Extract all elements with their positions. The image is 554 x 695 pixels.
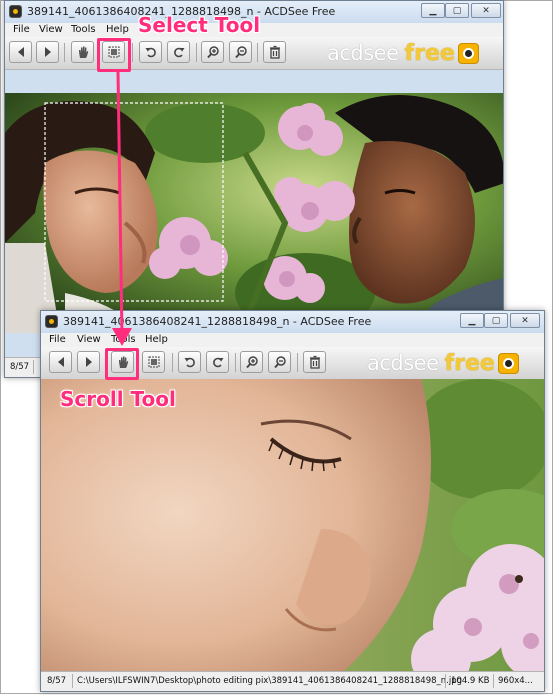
- rotate-right-icon: [212, 357, 223, 368]
- app-icon: [9, 5, 22, 18]
- menu-help[interactable]: Help: [145, 334, 168, 345]
- select-icon: [148, 356, 159, 368]
- forward-button[interactable]: [36, 41, 59, 63]
- close-button[interactable]: ✕: [471, 3, 501, 18]
- rotate-left-button[interactable]: [178, 351, 201, 373]
- close-button[interactable]: ✕: [510, 313, 540, 328]
- menu-tools[interactable]: Tools: [71, 24, 96, 35]
- logo-free: free: [404, 40, 455, 66]
- rotate-left-icon: [145, 47, 156, 58]
- forward-arrow-icon: [44, 47, 51, 57]
- title-bar: 389141_4061386408241_1288818498_n - ACDS…: [41, 311, 544, 333]
- app-icon: [45, 315, 58, 328]
- status-divider: [33, 360, 34, 374]
- toolbar-separator: [172, 353, 173, 372]
- delete-button[interactable]: [303, 351, 326, 373]
- select-tool-button[interactable]: [142, 351, 165, 373]
- toolbar-separator: [196, 43, 197, 62]
- status-index: 8/57: [10, 362, 30, 372]
- window-title: 389141_4061386408241_1288818498_n - ACDS…: [63, 315, 372, 328]
- zoom-out-icon: [234, 46, 247, 59]
- image-viewer[interactable]: [5, 93, 503, 333]
- trash-icon: [269, 45, 280, 59]
- status-divider: [72, 674, 73, 688]
- back-button[interactable]: [49, 351, 72, 373]
- status-dimensions: 960x4...: [498, 676, 533, 686]
- back-arrow-icon: [57, 357, 64, 367]
- scroll-tool-button[interactable]: [71, 41, 94, 63]
- scroll-tool-callout: Scroll Tool: [60, 387, 176, 411]
- back-arrow-icon: [17, 47, 24, 57]
- menu-view[interactable]: View: [39, 24, 63, 35]
- toolbar-separator: [257, 43, 258, 62]
- zoom-in-button[interactable]: [201, 41, 224, 63]
- status-file-path: C:\Users\ILFSWIN7\Desktop\photo editing …: [77, 676, 463, 686]
- zoom-out-button[interactable]: [268, 351, 291, 373]
- forward-arrow-icon: [85, 357, 92, 367]
- status-index: 8/57: [47, 676, 67, 686]
- status-divider: [493, 674, 494, 688]
- toolbar: acdsee free: [5, 37, 503, 70]
- menu-bar: File View Tools Help: [41, 333, 544, 347]
- toolbar-separator: [64, 43, 65, 62]
- status-bar: 8/57 C:\Users\ILFSWIN7\Desktop\photo edi…: [41, 671, 544, 691]
- select-tool-highlight: [97, 38, 131, 72]
- toolbar-separator: [297, 353, 298, 372]
- rotate-left-button[interactable]: [139, 41, 162, 63]
- logo-free: free: [444, 350, 495, 376]
- scroll-tool-highlight: [105, 348, 139, 380]
- photo-closeup-face: [41, 379, 544, 674]
- hand-icon: [78, 46, 88, 58]
- menu-file[interactable]: File: [13, 24, 30, 35]
- rotate-right-button[interactable]: [206, 351, 229, 373]
- delete-button[interactable]: [263, 41, 286, 63]
- zoom-in-icon: [206, 46, 219, 59]
- minimize-button[interactable]: ▁: [460, 313, 484, 328]
- zoom-in-icon: [245, 356, 258, 369]
- zoom-out-icon: [273, 356, 286, 369]
- camera-icon: [497, 352, 519, 374]
- acdsee-free-logo: acdsee free: [367, 350, 519, 376]
- status-divider: [445, 674, 446, 688]
- minimize-button[interactable]: ▁: [421, 3, 445, 18]
- image-viewer[interactable]: [41, 379, 544, 674]
- logo-acdsee: acdsee: [327, 41, 399, 65]
- camera-icon: [457, 42, 479, 64]
- maximize-button[interactable]: ▢: [484, 313, 508, 328]
- toolbar-separator: [235, 353, 236, 372]
- select-tool-callout: Select Tool: [138, 13, 261, 37]
- photo-couple-flowers: [5, 93, 503, 333]
- back-button[interactable]: [9, 41, 32, 63]
- toolbar-separator: [132, 43, 133, 62]
- zoom-in-button[interactable]: [240, 351, 263, 373]
- rotate-right-icon: [173, 47, 184, 58]
- menu-view[interactable]: View: [77, 334, 101, 345]
- maximize-button[interactable]: ▢: [445, 3, 469, 18]
- logo-acdsee: acdsee: [367, 351, 439, 375]
- acdsee-free-logo: acdsee free: [327, 40, 479, 66]
- forward-button[interactable]: [77, 351, 100, 373]
- trash-icon: [309, 355, 320, 369]
- status-file-size: 104.9 KB: [451, 676, 490, 686]
- rotate-right-button[interactable]: [167, 41, 190, 63]
- rotate-left-icon: [184, 357, 195, 368]
- menu-help[interactable]: Help: [106, 24, 129, 35]
- menu-tools[interactable]: Tools: [111, 334, 136, 345]
- menu-file[interactable]: File: [49, 334, 66, 345]
- zoom-out-button[interactable]: [229, 41, 252, 63]
